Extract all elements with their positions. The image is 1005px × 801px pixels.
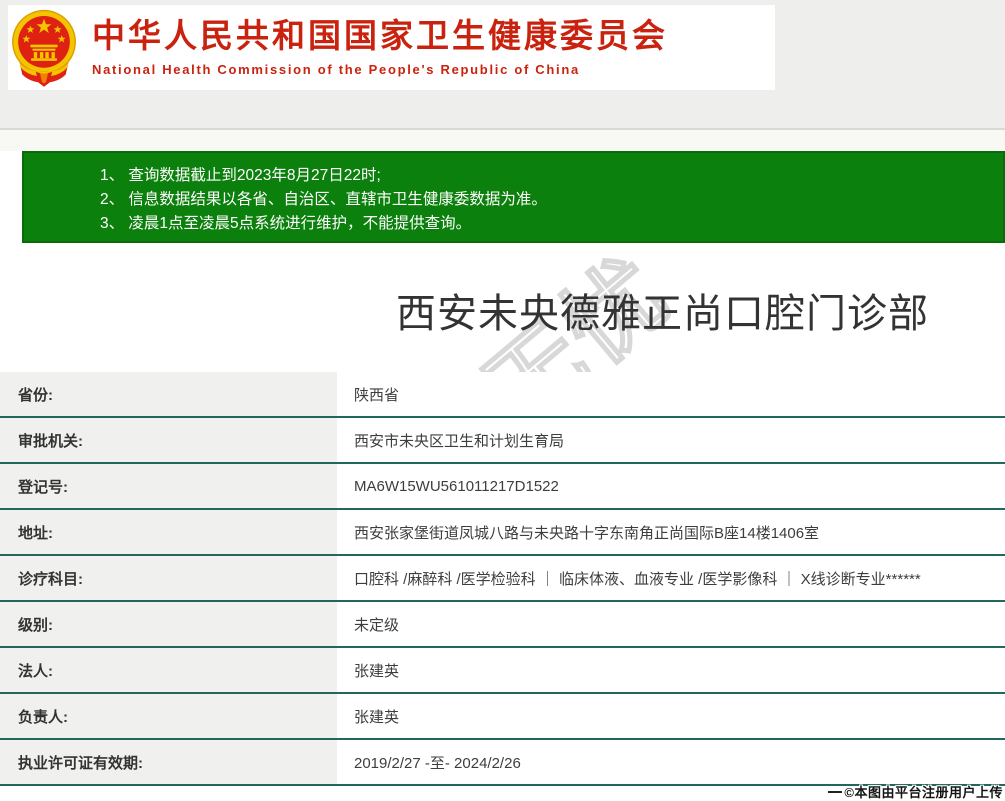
field-label: 地址: <box>0 510 337 554</box>
record-table: 省份: 陕西省 审批机关: 西安市未央区卫生和计划生育局 登记号: MA6W15WU561… <box>0 372 1005 786</box>
table-row: 负责人: 张建英 <box>0 694 1005 740</box>
field-label: 登记号: <box>0 464 337 508</box>
table-row: 执业许可证有效期: 2019/2/27 -至- 2024/2/26 <box>0 740 1005 786</box>
site-title-chinese: 中华人民共和国国家卫生健康委员会 <box>92 17 668 55</box>
field-value: 2019/2/27 -至- 2024/2/26 <box>337 740 1005 784</box>
table-row: 诊疗科目: 口腔科 /麻醉科 /医学检验科 ｜ 临床体液、血液专业 /医学影像科 … <box>0 556 1005 602</box>
institution-name-title: 西安未央德雅正尚口腔门诊部 <box>396 292 929 336</box>
field-label: 执业许可证有效期: <box>0 740 337 784</box>
field-value: 口腔科 /麻醉科 /医学检验科 ｜ 临床体液、血液专业 /医学影像科 ｜ X线诊… <box>337 556 1005 600</box>
notice-line: 2、 信息数据结果以各省、自治区、直辖市卫生健康委数据为准。 <box>100 191 547 208</box>
credit-dash-line <box>828 790 843 793</box>
field-value: 西安张家堡街道凤城八路与未央路十字东南角正尚国际B座14楼1406室 <box>337 510 1005 554</box>
table-row: 法人: 张建英 <box>0 648 1005 694</box>
field-value: 张建英 <box>337 648 1005 692</box>
site-title-english: National Health Commission of the People… <box>92 61 580 77</box>
table-row: 省份: 陕西省 <box>0 372 1005 418</box>
site-header: 中华人民共和国国家卫生健康委员会 National Health Commiss… <box>8 5 775 90</box>
field-label: 省份: <box>0 372 337 416</box>
china-national-emblem-icon <box>12 9 76 87</box>
field-value: MA6W15WU561011217D1522 <box>337 464 1005 508</box>
field-label: 审批机关: <box>0 418 337 462</box>
field-label: 负责人: <box>0 694 337 738</box>
table-row: 登记号: MA6W15WU561011217D1522 <box>0 464 1005 510</box>
field-label: 级别: <box>0 602 337 646</box>
notice-line: 3、 凌晨1点至凌晨5点系统进行维护，不能提供查询。 <box>100 215 472 232</box>
field-label: 诊疗科目: <box>0 556 337 600</box>
field-label: 法人: <box>0 648 337 692</box>
table-row: 审批机关: 西安市未央区卫生和计划生育局 <box>0 418 1005 464</box>
query-notice-box: 1、 查询数据截止到2023年8月27日22时; 2、 信息数据结果以各省、自治… <box>22 151 1005 243</box>
credit-text: ©本图由平台注册用户上传 <box>844 785 1003 800</box>
field-value: 西安市未央区卫生和计划生育局 <box>337 418 1005 462</box>
field-value: 未定级 <box>337 602 1005 646</box>
field-value: 张建英 <box>337 694 1005 738</box>
header-text: 中华人民共和国国家卫生健康委员会 National Health Commiss… <box>92 17 668 77</box>
field-value: 陕西省 <box>337 372 1005 416</box>
uploader-credit: ©本图由平台注册用户上传 <box>828 782 1003 801</box>
header-lower-strip <box>0 130 1005 151</box>
top-banner: 中华人民共和国国家卫生健康委员会 National Health Commiss… <box>0 0 1005 151</box>
table-row: 地址: 西安张家堡街道凤城八路与未央路十字东南角正尚国际B座14楼1406室 <box>0 510 1005 556</box>
notice-line: 1、 查询数据截止到2023年8月27日22时; <box>100 167 381 184</box>
table-row: 级别: 未定级 <box>0 602 1005 648</box>
